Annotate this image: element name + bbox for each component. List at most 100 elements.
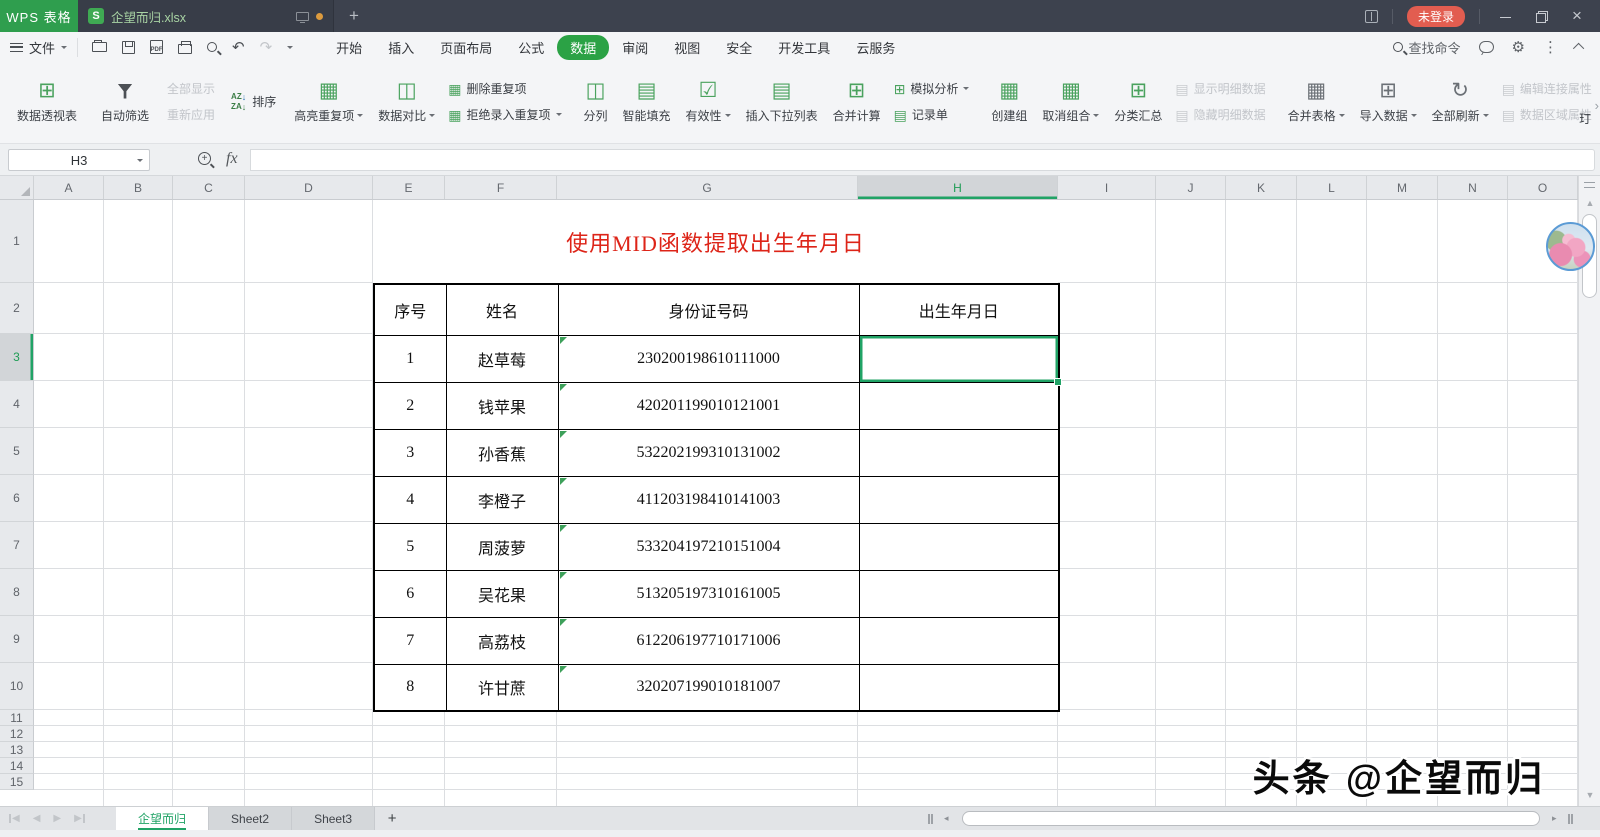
cell-birthdate[interactable]: [858, 522, 1060, 571]
cell-name[interactable]: 吴花果: [445, 569, 559, 618]
file-menu[interactable]: 文件: [10, 37, 79, 57]
row-header[interactable]: 4: [0, 381, 34, 428]
cell-id-number[interactable]: 420201199010121001: [557, 381, 860, 430]
ribbon-overflow-icon[interactable]: ›: [1595, 98, 1599, 113]
sort-button[interactable]: A Z ↓ Z A ↓ 排序: [231, 92, 276, 111]
print-icon[interactable]: [178, 40, 193, 54]
row-header[interactable]: 7: [0, 522, 34, 569]
feedback-icon[interactable]: [1478, 41, 1494, 53]
subtotal-button[interactable]: ⊞ 分类汇总: [1108, 77, 1168, 126]
menu-tab[interactable]: 审阅: [609, 35, 661, 60]
data-compare-button[interactable]: ◫ 数据对比: [372, 77, 441, 126]
minimize-button[interactable]: [1494, 8, 1516, 24]
collapse-ribbon-icon[interactable]: [1572, 42, 1585, 55]
cell-birthdate[interactable]: [858, 569, 1060, 618]
column-header[interactable]: O: [1508, 176, 1578, 199]
more-options-icon[interactable]: ⋮: [1543, 40, 1558, 55]
edit-links-button[interactable]: ▤ 编辑连接属性: [1502, 80, 1592, 97]
cell-name[interactable]: 周菠萝: [445, 522, 559, 571]
row-header[interactable]: 11: [0, 710, 34, 726]
customize-toolbar-icon[interactable]: [287, 45, 294, 49]
row-header[interactable]: 9: [0, 616, 34, 663]
open-file-icon[interactable]: [92, 40, 108, 52]
table-header-cell[interactable]: 序号: [373, 283, 447, 336]
what-if-analysis-button[interactable]: ⊞ 模拟分析: [894, 80, 970, 97]
insert-function-fx[interactable]: fx: [226, 150, 238, 168]
table-header-cell[interactable]: 姓名: [445, 283, 559, 336]
scroll-down-icon[interactable]: ▼: [1579, 790, 1600, 800]
hscroll-grip-left[interactable]: [928, 814, 932, 824]
cell-name[interactable]: 高荔枝: [445, 616, 559, 665]
sheet-tab[interactable]: Sheet2: [209, 807, 293, 830]
previous-sheet-icon[interactable]: ◀: [33, 813, 41, 824]
merge-sheets-button[interactable]: ▦ 合并表格: [1282, 77, 1351, 126]
cell-serial[interactable]: 4: [373, 475, 447, 524]
column-header[interactable]: A: [34, 176, 104, 199]
cell-name[interactable]: 赵草莓: [445, 334, 559, 383]
column-header[interactable]: D: [245, 176, 373, 199]
cell-name[interactable]: 许甘蔗: [445, 663, 559, 712]
first-sheet-icon[interactable]: ◀: [9, 813, 20, 824]
smart-fill-button[interactable]: ▤ 智能填充: [617, 77, 677, 126]
last-sheet-icon[interactable]: ▶: [74, 813, 85, 824]
cell-serial[interactable]: 7: [373, 616, 447, 665]
cell-birthdate[interactable]: [858, 663, 1060, 712]
table-header-cell[interactable]: 身份证号码: [557, 283, 860, 336]
scroll-up-icon[interactable]: ▲: [1579, 198, 1600, 208]
cell-birthdate[interactable]: [858, 616, 1060, 665]
new-document-tab-button[interactable]: +: [334, 0, 374, 32]
sheet-grid[interactable]: 1 2 3 4 5 6 7 8 9 10 11 12 13 14 15 使用MID函数提取出生年月日 序号姓…: [0, 200, 1578, 806]
worksheet-title-cell[interactable]: 使用MID函数提取出生年月日: [373, 200, 1058, 283]
cell-serial[interactable]: 2: [373, 381, 447, 430]
cell-id-number[interactable]: 532202199310131002: [557, 428, 860, 477]
menu-tab[interactable]: 页面布局: [427, 35, 505, 60]
refresh-all-button[interactable]: ↻ 全部刷新: [1426, 77, 1495, 126]
row-header[interactable]: 14: [0, 758, 34, 774]
add-sheet-button[interactable]: +: [375, 807, 409, 830]
row-header[interactable]: 2: [0, 283, 34, 334]
row-header[interactable]: 3: [0, 334, 34, 381]
row-header[interactable]: 6: [0, 475, 34, 522]
row-header[interactable]: 15: [0, 774, 34, 790]
undo-icon[interactable]: ↶: [232, 40, 245, 55]
scroll-left-icon[interactable]: ◂: [944, 813, 949, 824]
cell-id-number[interactable]: 612206197710171006: [557, 616, 860, 665]
reject-duplicate-input-button[interactable]: ▦ 拒绝录入重复项: [448, 106, 562, 123]
menu-tab[interactable]: 云服务: [843, 35, 908, 60]
export-pdf-icon[interactable]: PDF: [150, 40, 164, 54]
row-header[interactable]: 10: [0, 663, 34, 710]
menu-tab[interactable]: 开发工具: [765, 35, 843, 60]
create-group-button[interactable]: ▦ 创建组: [985, 77, 1033, 126]
record-form-button[interactable]: ▤ 记录单: [894, 106, 970, 123]
column-header[interactable]: J: [1156, 176, 1226, 199]
select-all-corner[interactable]: [0, 176, 34, 199]
row-header[interactable]: 13: [0, 742, 34, 758]
consolidate-button[interactable]: ⊞ 合并计算: [827, 77, 887, 126]
restore-button[interactable]: [1530, 8, 1552, 24]
column-header[interactable]: N: [1438, 176, 1508, 199]
menu-tab[interactable]: 视图: [661, 35, 713, 60]
column-header[interactable]: I: [1058, 176, 1156, 199]
pivot-table-button[interactable]: ⊞ 数据透视表: [11, 77, 83, 126]
cell-id-number[interactable]: 320207199010181007: [557, 663, 860, 712]
name-box-dropdown-icon[interactable]: [137, 158, 143, 162]
avatar[interactable]: [1546, 222, 1595, 271]
sheet-tab[interactable]: Sheet3: [292, 807, 376, 830]
column-header[interactable]: K: [1226, 176, 1297, 199]
cell-name[interactable]: 孙香蕉: [445, 428, 559, 477]
cell-serial[interactable]: 5: [373, 522, 447, 571]
find-command-box[interactable]: 查找命令: [1392, 38, 1461, 57]
share-screen-icon[interactable]: [296, 11, 309, 23]
insert-dropdown-list-button[interactable]: ▤ 插入下拉列表: [740, 77, 824, 126]
cell-serial[interactable]: 1: [373, 334, 447, 383]
table-header-cell[interactable]: 出生年月日: [858, 283, 1060, 336]
column-header[interactable]: L: [1297, 176, 1367, 199]
cell-id-number[interactable]: 230200198610111000: [557, 334, 860, 383]
menu-tab[interactable]: 数据: [557, 34, 610, 60]
show-all-button[interactable]: 全部显示: [162, 80, 215, 97]
scroll-right-icon[interactable]: ▸: [1552, 813, 1557, 824]
column-header[interactable]: E: [373, 176, 445, 199]
print-preview-icon[interactable]: [207, 42, 218, 52]
cell-id-number[interactable]: 533204197210151004: [557, 522, 860, 571]
cell-birthdate[interactable]: [858, 475, 1060, 524]
